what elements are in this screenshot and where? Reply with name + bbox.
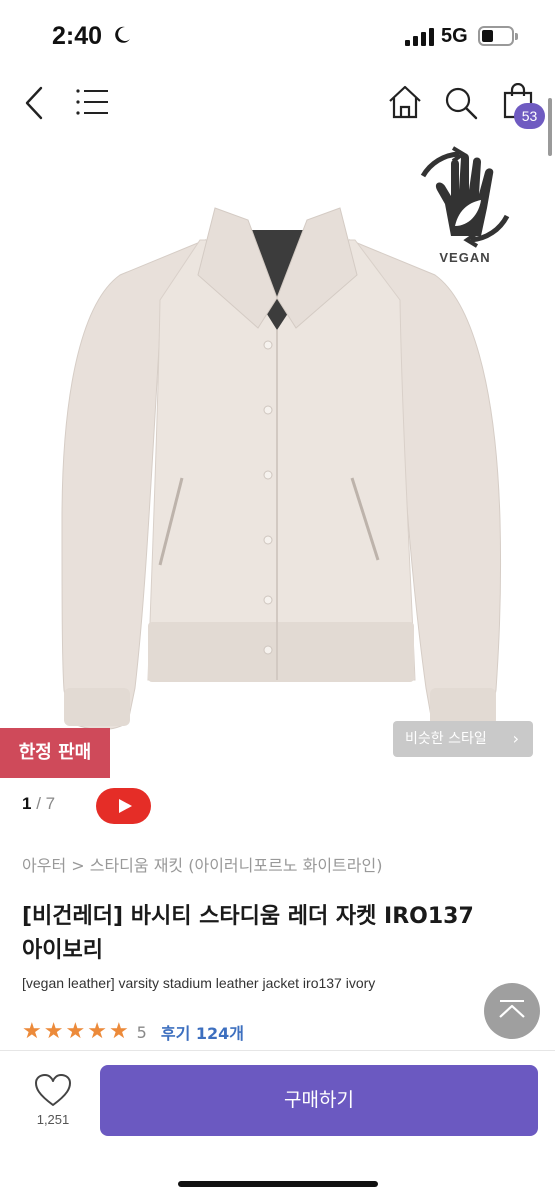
vegan-hand-icon [420, 146, 510, 248]
review-link[interactable]: 후기 124개 [161, 1020, 244, 1044]
menu-icon[interactable] [76, 88, 110, 116]
image-counter: 1 / 7 [22, 794, 55, 814]
image-total: 7 [45, 794, 56, 813]
chevron-up-icon [499, 1000, 525, 1018]
limited-sale-badge: 한정 판매 [0, 728, 110, 778]
star-icon: ★ [87, 1019, 107, 1044]
buy-button[interactable]: 구매하기 [100, 1065, 538, 1136]
image-index: 1 [22, 794, 32, 813]
status-time: 2:40 [52, 22, 103, 50]
chevron-right-icon: › [512, 729, 519, 748]
rating-score: 5 [136, 1022, 147, 1042]
star-icon: ★ [108, 1019, 129, 1044]
home-indicator [178, 1181, 378, 1187]
cart-count-badge: 53 [514, 103, 545, 129]
battery-icon [478, 26, 518, 46]
status-bar: 2:40 5G [0, 0, 555, 72]
divider [0, 1050, 555, 1051]
moon-icon [115, 26, 130, 43]
scroll-to-top-button[interactable] [484, 983, 540, 1039]
search-icon[interactable] [444, 86, 478, 120]
star-icon: ★ [43, 1019, 64, 1044]
vegan-label: VEGAN [439, 250, 491, 265]
home-icon[interactable] [387, 84, 423, 120]
network-type: 5G [441, 25, 468, 47]
heart-icon [35, 1074, 71, 1106]
top-nav [0, 72, 555, 134]
play-video-button[interactable] [96, 788, 151, 824]
vegan-badge: VEGAN [403, 146, 527, 276]
like-count: 1,251 [36, 1112, 70, 1127]
breadcrumb[interactable]: 아우터 > 스타디움 재킷 (아이러니포르노 화이트라인) [22, 852, 382, 876]
like-button[interactable]: 1,251 [28, 1074, 78, 1130]
product-title: [비건레더] 바시티 스타디움 레더 자켓 IRO137 아이보리 [22, 904, 474, 963]
rating: ★ ★ ★ ★ ★ 5 후기 124개 [22, 1020, 244, 1044]
signal-icon [405, 28, 435, 46]
star-icon: ★ [65, 1019, 86, 1044]
similar-style-label: 비슷한 스타일 [405, 731, 487, 747]
rating-stars: ★ ★ ★ ★ ★ [22, 1021, 129, 1043]
back-icon[interactable] [22, 86, 46, 120]
image-counter-separator: / [36, 794, 41, 813]
star-icon: ★ [22, 1019, 42, 1044]
similar-style-button[interactable]: 비슷한 스타일 › [393, 721, 533, 757]
product-subtitle: [vegan leather] varsity stadium leather … [22, 975, 376, 991]
scroll-indicator[interactable] [548, 98, 552, 156]
